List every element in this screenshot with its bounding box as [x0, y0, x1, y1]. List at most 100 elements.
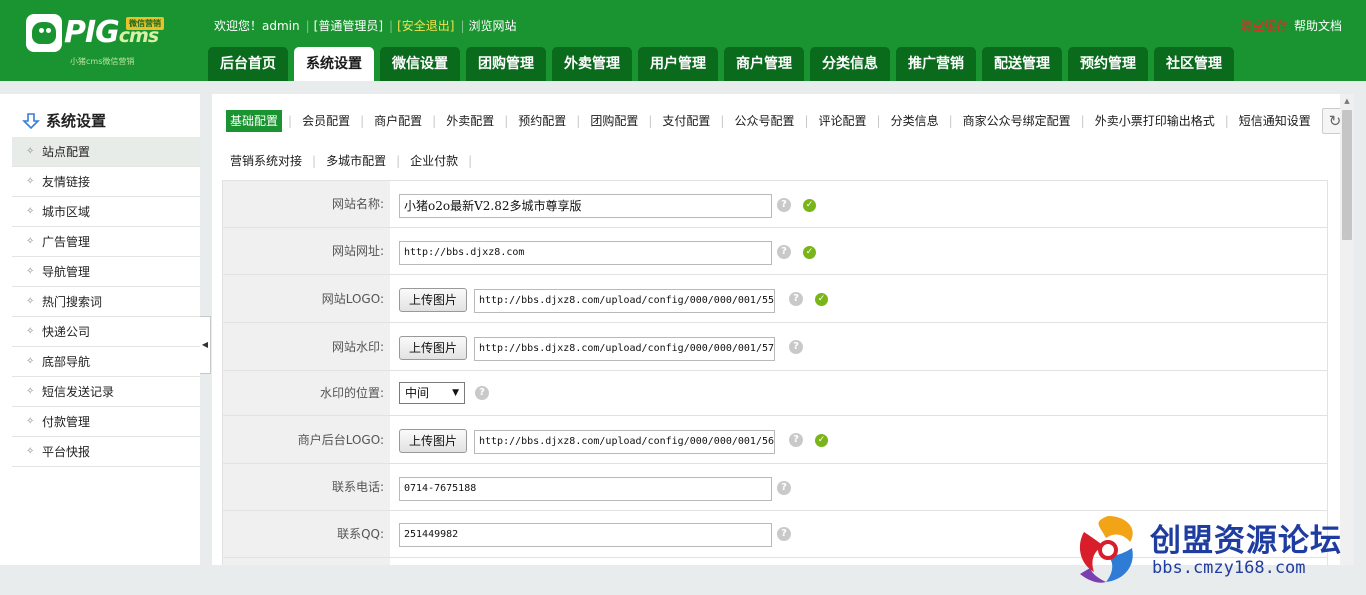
tab-takeout-receipt-format[interactable]: 外卖小票打印输出格式: [1091, 110, 1219, 132]
sidebar-item-label: 底部导航: [42, 355, 91, 369]
config-tabs-row-1: 基础配置 | 会员配置 | 商户配置 | 外卖配置 | 预约配置 | 团购配置 | 支付配置…: [226, 110, 1332, 132]
nav-tab-community[interactable]: 社区管理: [1154, 47, 1234, 81]
upload-logo-button[interactable]: 上传图片: [399, 288, 468, 312]
vertical-scrollbar[interactable]: ▲: [1340, 94, 1354, 565]
sidebar-item-label: 广告管理: [42, 235, 91, 249]
logo-brand: PIG: [64, 15, 120, 50]
tab-takeout-config[interactable]: 外卖配置: [442, 110, 498, 132]
tab-merchant-config[interactable]: 商户配置: [370, 110, 426, 132]
sidebar-item-city-area[interactable]: ✧ 城市区域: [12, 197, 200, 227]
top-right-links: 清空缓存 帮助文档: [1240, 17, 1342, 34]
tab-review-config[interactable]: 评论配置: [815, 110, 871, 132]
help-icon[interactable]: ?: [789, 292, 803, 306]
field-label: 联系电话:: [223, 464, 390, 510]
sidebar-item-express[interactable]: ✧ 快递公司: [12, 317, 200, 347]
sidebar-collapse-handle[interactable]: ◀: [200, 316, 211, 374]
sidebar-item-label: 平台快报: [42, 445, 91, 459]
sidebar-item-news[interactable]: ✧ 平台快报: [12, 437, 200, 467]
check-icon: ✓: [803, 199, 816, 212]
sidebar-item-label: 城市区域: [42, 205, 91, 219]
tab-booking-config[interactable]: 预约配置: [514, 110, 570, 132]
upload-merchant-logo-button[interactable]: 上传图片: [399, 429, 468, 453]
nav-tab-classifieds[interactable]: 分类信息: [810, 47, 890, 81]
logo[interactable]: PIGcms 微信营销 小猪cms微信营销: [26, 14, 176, 68]
watermark-position-select[interactable]: 中间 ▼: [399, 382, 465, 404]
scroll-thumb[interactable]: [1342, 110, 1352, 240]
sidebar: 系统设置 ✧ 站点配置 ✧ 友情链接 ✧ 城市区域 ✧ 广告管理 ✧ 导航管理 ✧ 热门搜索…: [0, 94, 200, 565]
help-icon[interactable]: ?: [789, 433, 803, 447]
nav-tab-promotion[interactable]: 推广营销: [896, 47, 976, 81]
tab-sms-notify[interactable]: 短信通知设置: [1235, 110, 1315, 132]
tab-basic-config[interactable]: 基础配置: [226, 110, 283, 132]
form-row-site-name: 网站名称: 小猪o2o最新V2.82多城市尊享版 ? ✓: [223, 181, 1327, 228]
sidebar-item-label: 友情链接: [42, 175, 91, 189]
tab-payment-config[interactable]: 支付配置: [658, 110, 714, 132]
field-label: 网站网址:: [223, 228, 390, 274]
nav-tab-wechat-settings[interactable]: 微信设置: [380, 47, 460, 81]
pig-icon: [26, 14, 62, 52]
bullet-icon: ✧: [26, 416, 35, 427]
sidebar-item-sms-log[interactable]: ✧ 短信发送记录: [12, 377, 200, 407]
check-icon: ✓: [803, 246, 816, 259]
help-icon[interactable]: ?: [777, 198, 791, 212]
form-row-watermark-position: 水印的位置: 中间 ▼ ?: [223, 371, 1327, 416]
sidebar-item-payments[interactable]: ✧ 付款管理: [12, 407, 200, 437]
sidebar-item-hot-search[interactable]: ✧ 热门搜索词: [12, 287, 200, 317]
site-name-input[interactable]: 小猪o2o最新V2.82多城市尊享版: [399, 194, 772, 218]
tab-classifieds[interactable]: 分类信息: [887, 110, 943, 132]
forum-url: bbs.cmzy168.com: [1152, 558, 1306, 578]
site-watermark-input[interactable]: http://bbs.djxz8.com/upload/config/000/0…: [474, 337, 775, 361]
help-icon[interactable]: ?: [475, 386, 489, 400]
check-icon: ✓: [815, 293, 828, 306]
sidebar-item-navigation[interactable]: ✧ 导航管理: [12, 257, 200, 287]
browse-site-link[interactable]: 浏览网站: [469, 19, 517, 33]
field-label: 商户后台LOGO:: [223, 416, 390, 463]
merchant-logo-input[interactable]: http://bbs.djxz8.com/upload/config/000/0…: [474, 430, 775, 454]
sidebar-title: 系统设置: [22, 110, 106, 131]
nav-tab-group-buy[interactable]: 团购管理: [466, 47, 546, 81]
tab-multi-city-config[interactable]: 多城市配置: [322, 150, 390, 172]
logo-url: 小猪cms微信营销: [70, 57, 135, 66]
nav-tab-takeout[interactable]: 外卖管理: [552, 47, 632, 81]
check-icon: ✓: [815, 434, 828, 447]
tab-groupbuy-config[interactable]: 团购配置: [586, 110, 642, 132]
sidebar-list: ✧ 站点配置 ✧ 友情链接 ✧ 城市区域 ✧ 广告管理 ✧ 导航管理 ✧ 热门搜索词 ✧ 快递…: [12, 137, 200, 467]
sidebar-item-site-config[interactable]: ✧ 站点配置: [12, 137, 200, 167]
field-label: 网站名称:: [223, 181, 390, 227]
sidebar-item-ads[interactable]: ✧ 广告管理: [12, 227, 200, 257]
help-icon[interactable]: ?: [777, 527, 791, 541]
sidebar-title-text: 系统设置: [46, 112, 107, 130]
clear-cache-link[interactable]: 清空缓存: [1240, 19, 1288, 33]
tab-merchant-account-binding[interactable]: 商家公众号绑定配置: [959, 110, 1075, 132]
phone-input[interactable]: 0714-7675188: [399, 477, 772, 501]
bullet-icon: ✧: [26, 236, 35, 247]
forum-watermark: 创盟资源论坛 bbs.cmzy168.com: [1072, 508, 1362, 588]
tab-official-account-config[interactable]: 公众号配置: [730, 110, 798, 132]
help-icon[interactable]: ?: [777, 481, 791, 495]
nav-tab-booking[interactable]: 预约管理: [1068, 47, 1148, 81]
nav-tab-system-settings[interactable]: 系统设置: [294, 47, 374, 81]
tab-enterprise-payment[interactable]: 企业付款: [406, 150, 462, 172]
scroll-up-icon[interactable]: ▲: [1340, 94, 1354, 108]
nav-tab-users[interactable]: 用户管理: [638, 47, 718, 81]
help-icon[interactable]: ?: [789, 340, 803, 354]
nav-tab-home[interactable]: 后台首页: [208, 47, 288, 81]
sidebar-item-label: 导航管理: [42, 265, 91, 279]
tab-marketing-integration[interactable]: 营销系统对接: [226, 150, 306, 172]
site-url-input[interactable]: http://bbs.djxz8.com: [399, 241, 772, 265]
site-logo-input[interactable]: http://bbs.djxz8.com/upload/config/000/0…: [474, 289, 775, 313]
bullet-icon: ✧: [26, 176, 35, 187]
nav-tab-delivery[interactable]: 配送管理: [982, 47, 1062, 81]
bullet-icon: ✧: [26, 356, 35, 367]
help-icon[interactable]: ?: [777, 245, 791, 259]
sidebar-item-footer-nav[interactable]: ✧ 底部导航: [12, 347, 200, 377]
logout-link[interactable]: [安全退出]: [397, 19, 454, 33]
sidebar-item-friend-links[interactable]: ✧ 友情链接: [12, 167, 200, 197]
qq-input[interactable]: 251449982: [399, 523, 772, 547]
nav-tab-merchants[interactable]: 商户管理: [724, 47, 804, 81]
tab-member-config[interactable]: 会员配置: [298, 110, 354, 132]
help-docs-link[interactable]: 帮助文档: [1294, 19, 1342, 33]
upload-watermark-button[interactable]: 上传图片: [399, 336, 468, 360]
welcome-text: 欢迎您！admin: [214, 19, 300, 33]
logo-tag: 微信营销: [126, 17, 164, 30]
